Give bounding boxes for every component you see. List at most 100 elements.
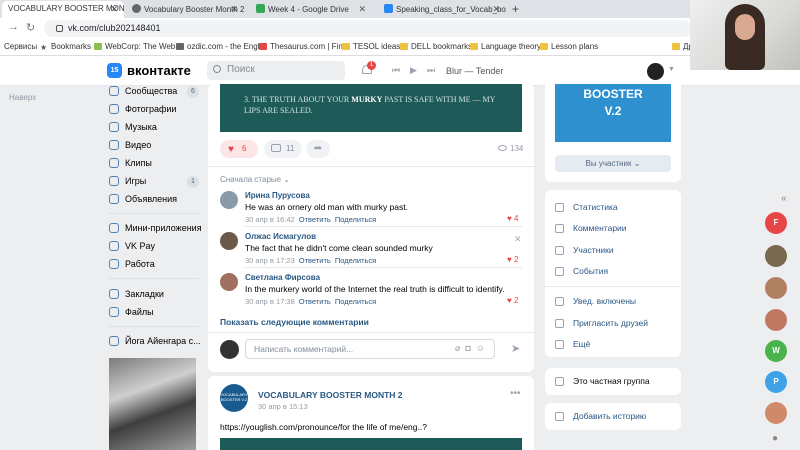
bookmark-item[interactable]: TESOL ideas (342, 42, 400, 51)
add-story-button[interactable]: Добавить историю (555, 411, 646, 421)
close-icon[interactable]: ✕ (514, 234, 522, 245)
sidebar-item-bookmarks[interactable]: Закладки (109, 289, 164, 305)
menu-item-notifications[interactable]: Увед. включены (555, 296, 636, 306)
chat-icon[interactable]: ● (772, 433, 778, 444)
bookmark-item[interactable]: ozdic.com - the Engl... (176, 42, 266, 51)
lock-icon (555, 377, 564, 386)
browser-tab[interactable]: Speaking_class_for_Vocab_boost ✕ (378, 1, 506, 18)
chat-avatar[interactable] (765, 277, 787, 299)
post-text[interactable]: https://youglish.com/pronounce/for the l… (220, 422, 427, 432)
show-more-comments-link[interactable]: Показать следующие комментарии (220, 317, 369, 327)
comment-like-button[interactable]: ♥ 2 (507, 296, 518, 305)
comment-author[interactable]: Светлана Фирсова (245, 273, 320, 282)
avatar[interactable] (220, 232, 238, 250)
bookmark-item[interactable]: DELL bookmarks (400, 42, 472, 51)
post-date[interactable]: 30 апр в 15:13 (258, 402, 308, 411)
forward-icon[interactable]: → (8, 21, 19, 33)
chat-avatar[interactable]: P (765, 371, 787, 393)
share-link[interactable]: Поделиться (335, 297, 376, 306)
bookmark-item[interactable]: ★ Bookmarks (40, 42, 91, 52)
group-logo[interactable]: VOCABULARY BOOSTER V.2 (220, 384, 248, 412)
comment-like-button[interactable]: ♥ 2 (507, 255, 518, 264)
browser-tab[interactable]: VOCABULARY BOOSTER MONTH ✕ (2, 1, 124, 18)
sidebar-item-jobs[interactable]: Работа (109, 259, 155, 275)
comment-author[interactable]: Ирина Пурусова (245, 191, 310, 200)
comment-button[interactable]: 11 (264, 140, 302, 158)
menu-item-more[interactable]: Ещё (555, 339, 590, 349)
reply-link[interactable]: Ответить (299, 297, 331, 306)
expand-chats-icon[interactable]: « (781, 193, 787, 204)
comment-like-button[interactable]: ♥ 4 (507, 214, 518, 223)
divider (208, 166, 534, 167)
sidebar-item-mini-apps[interactable]: Мини-приложения (109, 223, 202, 239)
browser-tab[interactable]: Week 4 - Google Drive ✕ (250, 1, 372, 18)
browser-tab[interactable]: Vocabulary Booster Month 2 ✕ (126, 1, 244, 18)
attachment-icons[interactable]: ⌀◘☺ (455, 343, 490, 354)
search-input[interactable]: Поиск (207, 61, 345, 80)
chat-avatar[interactable]: W (765, 340, 787, 362)
bookmark-item[interactable]: Thesaurus.com | Fin... (259, 42, 349, 51)
avatar[interactable] (220, 273, 238, 291)
avatar[interactable] (220, 340, 239, 359)
comment-icon (271, 144, 281, 152)
reload-icon[interactable]: ↻ (26, 21, 35, 34)
close-icon[interactable]: ✕ (110, 4, 118, 15)
bookmark-item[interactable]: WebCorp: The Web... (94, 42, 182, 51)
chat-avatar[interactable]: F (765, 212, 787, 234)
chat-avatar[interactable] (765, 402, 787, 424)
chat-avatar[interactable] (765, 245, 787, 267)
comment-author[interactable]: Олжас Исмагулов (245, 232, 316, 241)
post-image[interactable] (220, 438, 522, 450)
more-icon[interactable]: ••• (510, 388, 521, 399)
avatar[interactable] (647, 63, 664, 80)
comment-input[interactable]: Написать комментарий... ⌀◘☺ (245, 339, 495, 359)
post-author[interactable]: VOCABULARY BOOSTER MONTH 2 (258, 390, 403, 400)
close-icon[interactable]: ✕ (358, 4, 366, 15)
ad-image[interactable] (109, 358, 196, 450)
play-icon[interactable]: ▶ (410, 65, 417, 76)
close-icon[interactable]: ✕ (230, 4, 238, 15)
sidebar-item-yoga-group[interactable]: Йога Айенгара с... (109, 336, 201, 352)
reply-link[interactable]: Ответить (299, 215, 331, 224)
now-playing[interactable]: Blur — Tender (446, 66, 503, 76)
star-icon: ★ (40, 43, 48, 52)
sidebar-item-video[interactable]: Видео (109, 140, 151, 156)
close-icon[interactable]: ✕ (492, 4, 500, 15)
brand-name[interactable]: вконтакте (127, 63, 191, 78)
sidebar-item-music[interactable]: Музыка (109, 122, 157, 138)
menu-item-comments[interactable]: Комментарии (555, 223, 627, 233)
sidebar-item-files[interactable]: Файлы (109, 307, 154, 323)
chat-avatar[interactable] (765, 309, 787, 331)
bookmark-item[interactable]: Сервисы (4, 42, 37, 51)
sidebar-item-games[interactable]: Игры 1 (109, 176, 199, 192)
reply-link[interactable]: Ответить (299, 256, 331, 265)
chevron-down-icon[interactable]: ▼ (668, 66, 675, 73)
sidebar-item-clips[interactable]: Клипы (109, 158, 152, 174)
member-button[interactable]: Вы участник ⌄ (555, 155, 671, 172)
sidebar-item-vkpay[interactable]: VK Pay (109, 241, 155, 257)
post-image[interactable]: 3. THE TRUTH ABOUT YOUR MURKY PAST IS SA… (220, 84, 522, 132)
send-icon[interactable]: ➤ (511, 342, 520, 355)
group-cover-image[interactable]: BOOSTER V.2 (555, 84, 671, 142)
scroll-top-link[interactable]: Наверх (9, 93, 36, 102)
menu-item-members[interactable]: Участники (555, 245, 614, 255)
vk-logo-icon[interactable]: 15 (107, 63, 122, 78)
bookmark-item[interactable]: Language theory (470, 42, 541, 51)
share-link[interactable]: Поделиться (335, 215, 376, 224)
avatar[interactable] (220, 191, 238, 209)
new-tab-button[interactable]: + (512, 2, 519, 16)
sidebar-item-ads[interactable]: Объявления (109, 194, 177, 210)
share-link[interactable]: Поделиться (335, 256, 376, 265)
next-track-icon[interactable]: ⏭ (427, 65, 435, 76)
share-button[interactable]: ➦ (306, 140, 330, 158)
like-button[interactable]: ♥ 6 (220, 140, 258, 158)
sidebar-item-photos[interactable]: Фотографии (109, 104, 176, 120)
menu-item-statistics[interactable]: Статистика (555, 202, 618, 212)
sort-comments-link[interactable]: Сначала старые ⌄ (220, 175, 290, 184)
menu-item-invite[interactable]: Пригласить друзей (555, 318, 648, 328)
bookmark-item[interactable]: Lesson plans (540, 42, 598, 51)
sidebar-item-communities[interactable]: Сообщества 6 (109, 86, 199, 102)
previous-track-icon[interactable]: ⏮ (392, 65, 400, 76)
url-input[interactable]: vk.com/club202148401 (44, 20, 692, 37)
menu-item-events[interactable]: События (555, 266, 608, 276)
